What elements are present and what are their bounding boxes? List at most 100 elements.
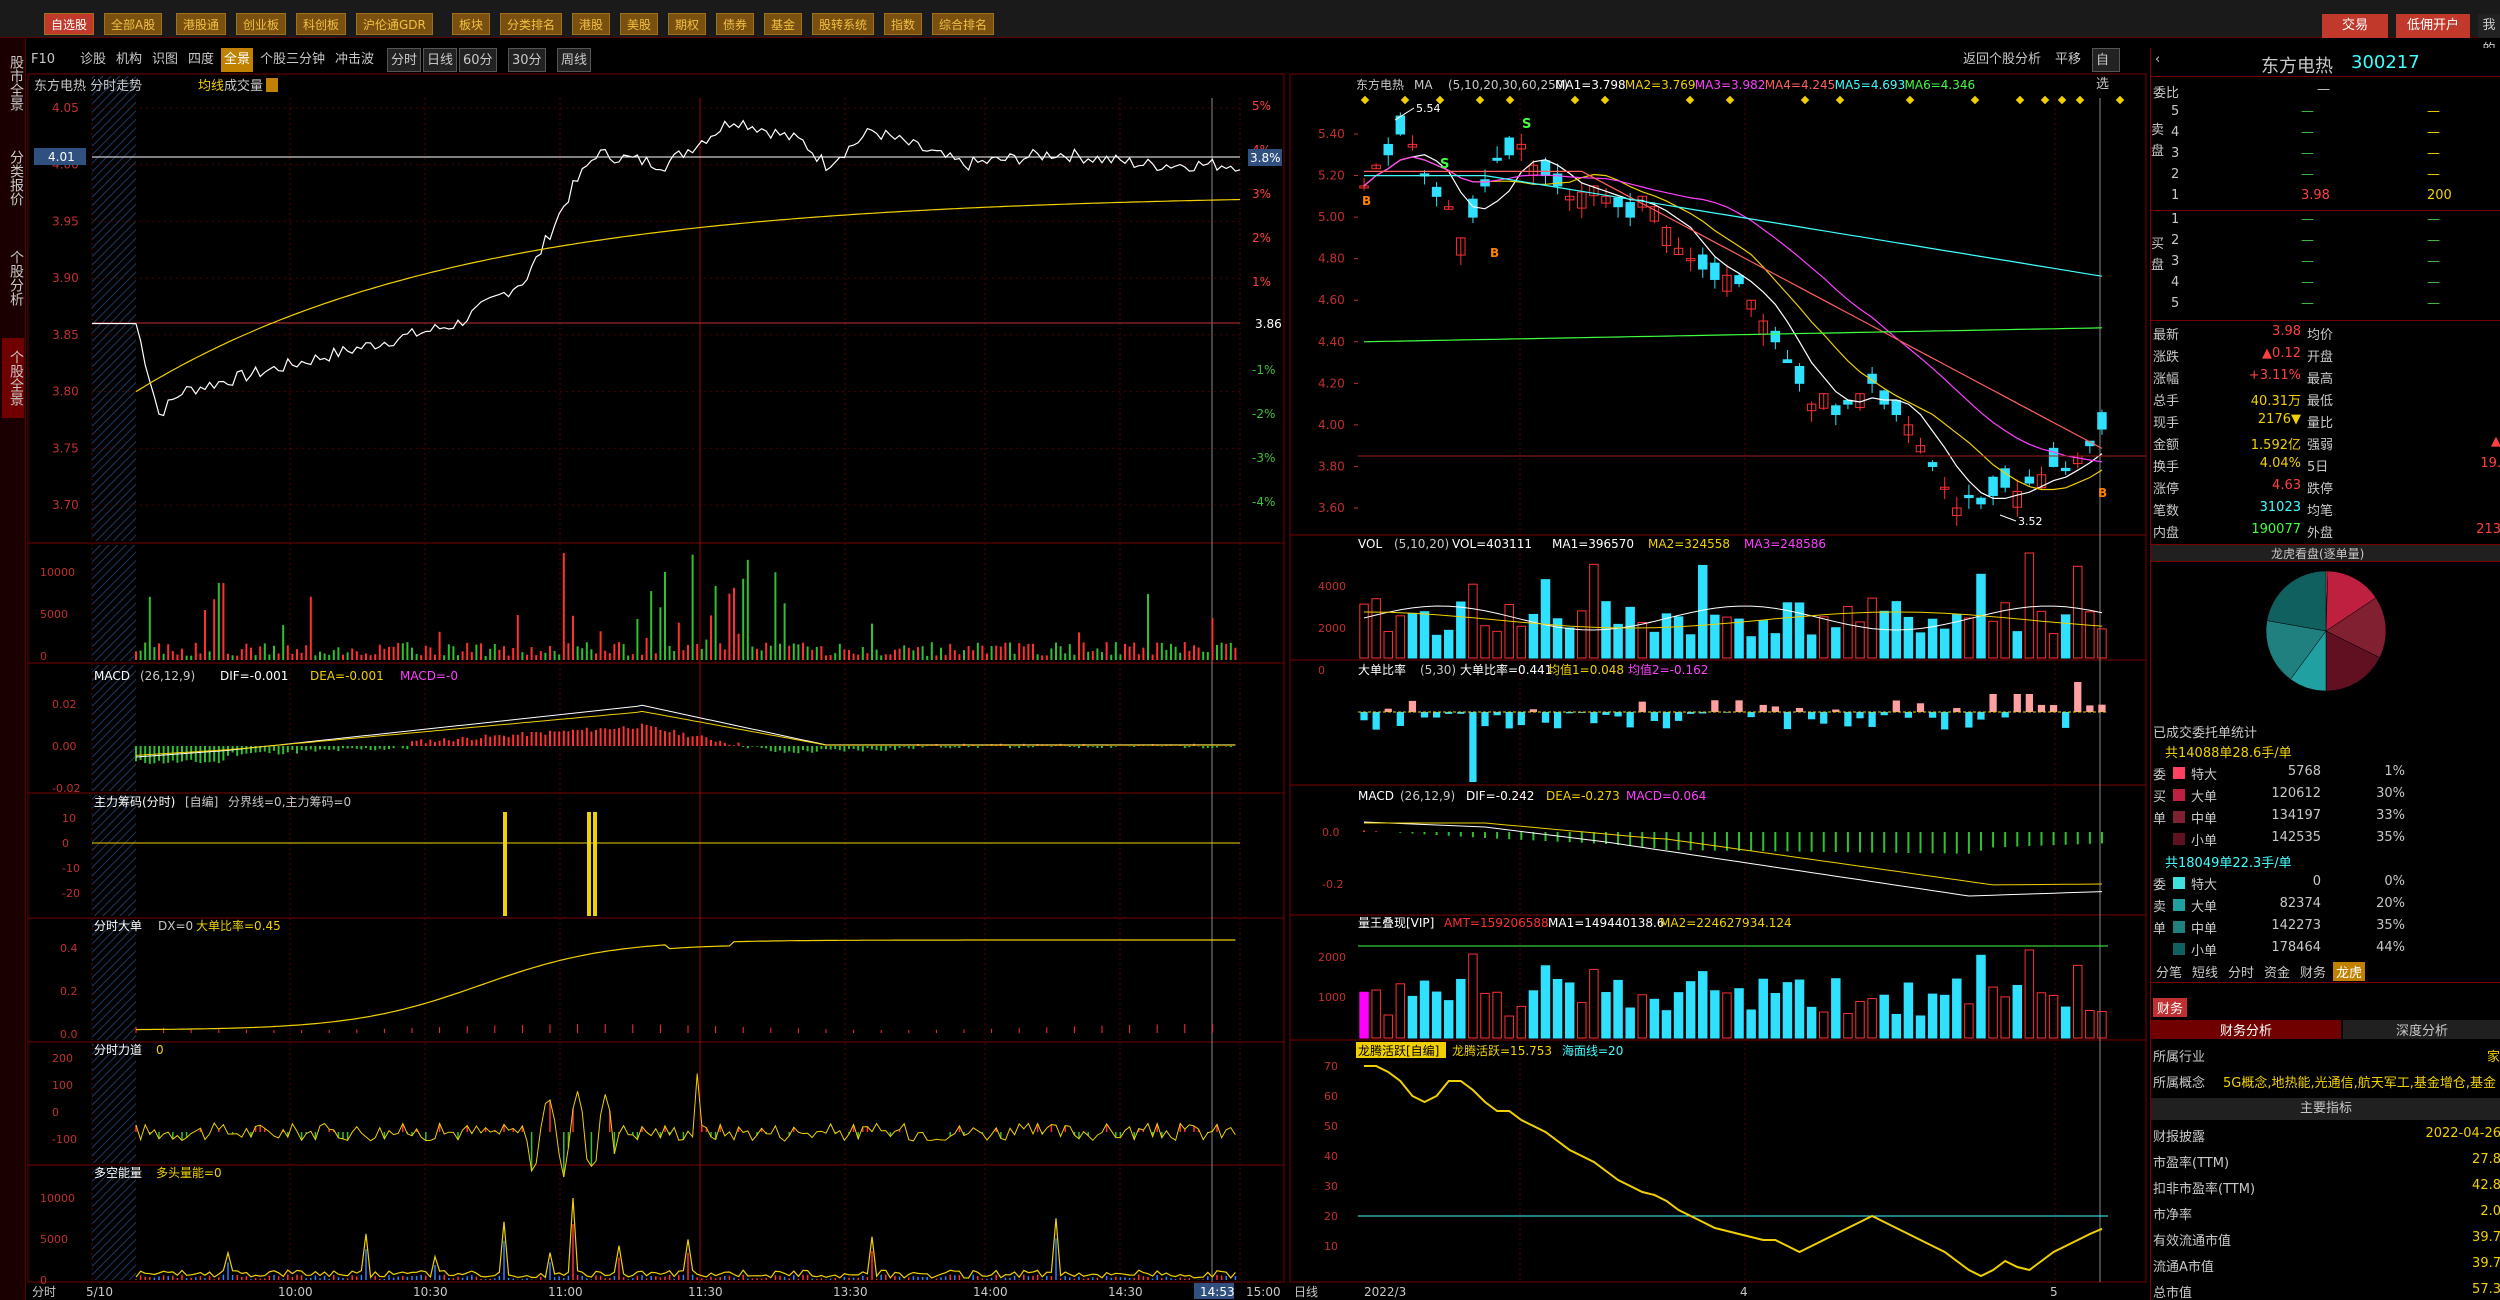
ddbl-bar	[1602, 712, 1610, 715]
date-axis-label: 日线	[1294, 1285, 1318, 1299]
intraday-dkn-panel	[27, 1164, 1285, 1283]
my-button[interactable]: 我的	[2478, 14, 2500, 57]
ma-value: MA5=4.693	[1835, 78, 1906, 92]
fin-tab[interactable]: 财务	[2153, 998, 2188, 1017]
lwdx-bar	[1698, 971, 1708, 1039]
ddbl-bar	[1650, 712, 1658, 721]
nav-item[interactable]: 美股	[620, 13, 659, 35]
dkn-tick: 0	[40, 1274, 47, 1287]
quote-tab[interactable]: 龙虎	[2333, 962, 2366, 981]
nav-item[interactable]: 基金	[764, 13, 803, 35]
nav-item[interactable]: 债券	[716, 13, 755, 35]
period-item[interactable]: 30分	[508, 48, 546, 72]
signal-diamond	[1360, 95, 1370, 105]
toolbar-right-item[interactable]: 平移	[2052, 48, 2084, 72]
nav-item[interactable]: 期权	[668, 13, 707, 35]
quote-tab[interactable]: 短线	[2189, 962, 2221, 981]
nav-item[interactable]: 分类排名	[500, 13, 563, 35]
daily-vol-bar	[1589, 563, 1599, 659]
candle-body	[1383, 143, 1393, 156]
nav-item[interactable]: 创业板	[236, 13, 287, 35]
ddbl-bar	[1578, 712, 1586, 713]
toolbar-item[interactable]: 四度	[185, 48, 217, 72]
back-icon[interactable]: ‹	[2155, 52, 2160, 67]
rail-tab-category[interactable]: 分类报价	[2, 138, 24, 218]
nav-item[interactable]: 指数	[884, 13, 923, 35]
nav-item[interactable]: 港股	[572, 13, 611, 35]
daily-price-tick: 4.80	[1318, 252, 1345, 266]
rail-tab-market[interactable]: 股市全景	[2, 48, 24, 118]
ddbl-bar	[1372, 712, 1380, 730]
daily-vol-bar	[1964, 617, 1974, 659]
nav-item[interactable]: 科创板	[296, 13, 347, 35]
price-line	[135, 119, 1241, 417]
intraday-macd-panel	[27, 662, 1285, 794]
toolbar-item[interactable]: F10	[28, 48, 58, 72]
lwdx-bar	[1625, 1007, 1635, 1039]
toolbar-item[interactable]: 诊股	[77, 48, 109, 72]
buy-price[interactable]: —	[2301, 254, 2314, 269]
candle-body	[1661, 227, 1672, 247]
lwdx-bar	[1685, 981, 1696, 1039]
period-item[interactable]: 周线	[557, 48, 592, 72]
rail-tab-stock-analysis[interactable]: 个股分析	[2, 238, 24, 318]
toolbar-item[interactable]: 冲击波	[332, 48, 377, 72]
toolbar-right-item[interactable]: 自选	[2092, 48, 2120, 92]
nav-item[interactable]: 自选股	[44, 13, 95, 35]
daily-vol-bar	[1456, 601, 1466, 659]
buy-price[interactable]: —	[2301, 296, 2314, 311]
buy-price[interactable]: —	[2301, 275, 2314, 290]
nav-item[interactable]: 全部A股	[104, 13, 163, 35]
trade-button[interactable]: 交易	[2322, 14, 2388, 38]
candle-body	[1770, 330, 1781, 343]
period-item[interactable]: 60分	[459, 48, 497, 72]
chart-toolbar: F10 诊股 机构 识图 四度 全景 个股三分钟 冲击波 分时 日线 60分 30分 周线	[28, 48, 1280, 72]
sell-price[interactable]: 3.98	[2301, 188, 2330, 203]
intraday-volume-panel	[27, 542, 1285, 664]
signal-diamond	[1475, 95, 1485, 105]
toolbar-right-item[interactable]: 返回个股分析	[1960, 48, 2044, 72]
panel-params: (5,10,20)	[1394, 537, 1449, 551]
lwdx-bar	[1492, 991, 1502, 1039]
nav-item[interactable]: 股转系统	[812, 13, 875, 35]
nav-item[interactable]: 港股通	[176, 13, 227, 35]
period-item[interactable]: 分时	[387, 48, 422, 72]
fin-subtab-analysis[interactable]: 财务分析	[2151, 1020, 2341, 1039]
macd-dif-line	[1363, 821, 2103, 897]
sell-price[interactable]: —	[2301, 146, 2314, 161]
buy-price[interactable]: —	[2301, 212, 2314, 227]
low-commission-button[interactable]: 低佣开户	[2396, 14, 2470, 38]
daily-vol-bar	[1927, 618, 1938, 659]
sell-price[interactable]: —	[2301, 125, 2314, 140]
sell-price[interactable]: —	[2301, 104, 2314, 119]
ddbl-bar	[1723, 712, 1731, 713]
lwdx-bar	[1927, 993, 1938, 1039]
rail-tab-stock-panorama[interactable]: 个股全景	[2, 338, 24, 418]
candle-body	[1746, 299, 1756, 310]
date-tick: 4	[1740, 1285, 1748, 1299]
dkn-tick: 5000	[40, 1233, 68, 1246]
quote-tab[interactable]: 分笔	[2153, 962, 2185, 981]
nav-item[interactable]: 板块	[452, 13, 491, 35]
lwdx-bar	[1673, 992, 1684, 1039]
nav-item[interactable]: 综合排名	[932, 13, 995, 35]
toolbar-item[interactable]: 个股三分钟	[257, 48, 328, 72]
toolbar-item[interactable]: 识图	[149, 48, 181, 72]
signal-diamond	[1800, 95, 1810, 105]
sell-price[interactable]: —	[2301, 167, 2314, 182]
daily-vol-bar	[1843, 605, 1853, 659]
dkn-line	[135, 1197, 1236, 1279]
toolbar-item[interactable]: 机构	[113, 48, 145, 72]
nav-item[interactable]: 沪伦通GDR	[356, 13, 433, 35]
candle-body	[1625, 202, 1635, 218]
quote-tab[interactable]: 分时	[2225, 962, 2257, 981]
toolbar-item[interactable]: 全景	[221, 48, 254, 72]
quote-tab[interactable]: 资金	[2261, 962, 2293, 981]
sell-marker: S	[1440, 157, 1449, 172]
quote-tab[interactable]: 财务	[2297, 962, 2329, 981]
lwdx-bar	[1734, 988, 1744, 1039]
daily-price-tick: 3.60	[1318, 501, 1345, 515]
buy-price[interactable]: —	[2301, 233, 2314, 248]
fin-subtab-deep[interactable]: 深度分析	[2343, 1020, 2500, 1039]
period-item[interactable]: 日线	[423, 48, 458, 72]
